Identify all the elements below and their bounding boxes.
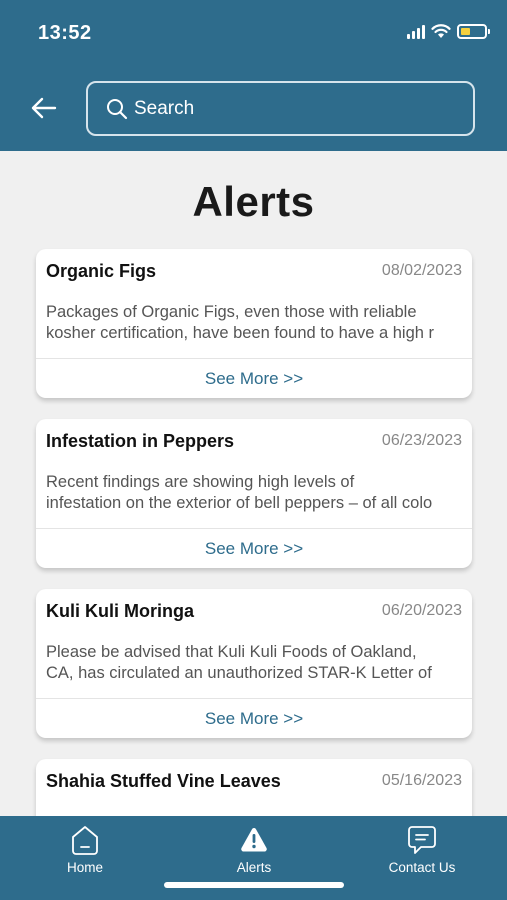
alert-card: Infestation in Peppers 06/23/2023 Recent… (36, 419, 472, 568)
arrow-left-icon (31, 97, 57, 119)
card-divider (36, 358, 472, 359)
search-placeholder: Search (134, 97, 195, 119)
home-icon (72, 826, 98, 855)
alert-title: Infestation in Peppers (46, 431, 235, 451)
card-divider (36, 698, 472, 699)
search-icon (107, 98, 128, 119)
status-icons (407, 24, 490, 39)
card-divider (36, 528, 472, 529)
alert-summary: Packages of Organic Figs, even those wit… (46, 302, 464, 346)
nav-item-alerts[interactable]: Alerts (194, 824, 314, 875)
nav-label: Contact Us (388, 860, 456, 875)
alert-date: 06/20/2023 (381, 602, 462, 619)
alert-title: Shahia Stuffed Vine Leaves (46, 771, 281, 791)
alert-card: Kuli Kuli Moringa 06/20/2023 Please be a… (36, 589, 472, 738)
see-more-link[interactable]: See More >> (36, 369, 472, 389)
alert-card: Organic Figs 08/02/2023 Packages of Orga… (36, 249, 472, 398)
alert-summary-line: kosher certification, have been found to… (46, 324, 434, 342)
status-time: 13:52 (38, 22, 92, 44)
alert-date: 06/23/2023 (381, 432, 462, 449)
see-more-link[interactable]: See More >> (36, 539, 472, 559)
alert-date: 08/02/2023 (381, 262, 462, 279)
nav-item-contact[interactable]: Contact Us (362, 824, 482, 875)
alert-icon (241, 828, 267, 852)
alert-summary-line: Recent findings are showing high levels … (46, 473, 355, 491)
home-indicator[interactable] (164, 882, 344, 888)
search-input[interactable]: Search (86, 81, 475, 136)
app-header: 13:52 Search (0, 0, 507, 151)
alert-summary-line: infestation on the exterior of bell pepp… (46, 494, 433, 512)
chat-icon (408, 826, 436, 854)
cellular-signal-icon (407, 24, 425, 39)
back-button[interactable] (28, 92, 60, 124)
alert-summary-line: Please be advised that Kuli Kuli Foods o… (46, 643, 417, 661)
alert-summary: Recent findings are showing high levels … (46, 472, 464, 516)
nav-label: Alerts (236, 860, 272, 875)
alert-summary-line: Packages of Organic Figs, even those wit… (46, 303, 417, 321)
page-title: Alerts (192, 178, 315, 225)
nav-label: Home (66, 860, 103, 875)
alert-title: Organic Figs (46, 261, 157, 281)
nav-item-home[interactable]: Home (25, 824, 145, 875)
alert-summary-line: CA, has circulated an unauthorized STAR-… (46, 664, 432, 682)
alert-summary: Please be advised that Kuli Kuli Foods o… (46, 642, 464, 686)
alert-title: Kuli Kuli Moringa (46, 601, 194, 621)
wifi-icon (431, 24, 451, 38)
see-more-link[interactable]: See More >> (36, 709, 472, 729)
battery-icon (457, 24, 490, 39)
alert-date: 05/16/2023 (381, 772, 462, 789)
